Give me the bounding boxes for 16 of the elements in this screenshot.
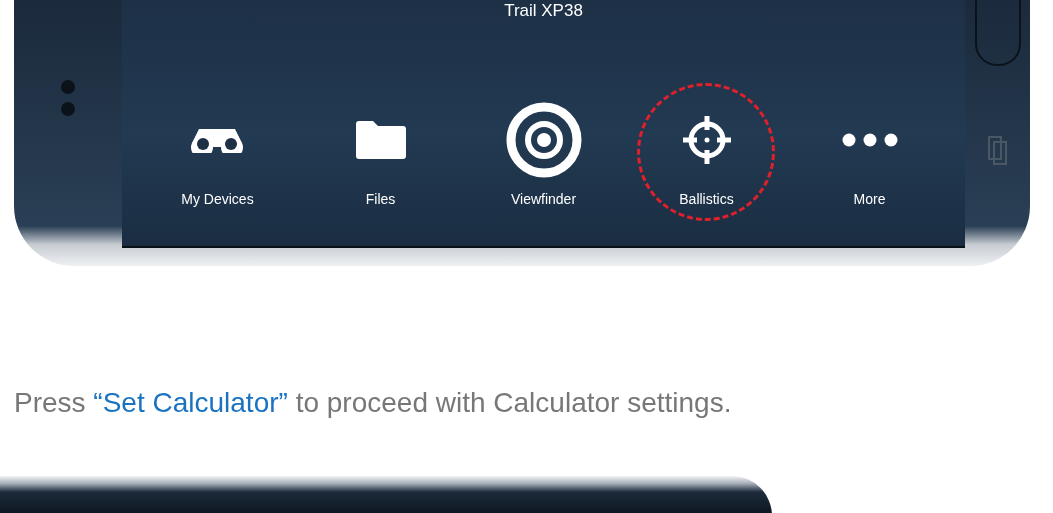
set-calculator-link[interactable]: “Set Calculator” [93, 387, 288, 418]
nav-tab[interactable]: Viewfinder [505, 105, 582, 210]
sensor-dot [61, 102, 75, 116]
app-title: Trail XP38 [504, 0, 583, 22]
nav-tab[interactable]: Ballistics [679, 105, 734, 210]
more-icon [841, 133, 898, 147]
nav-tab[interactable]: Files [355, 105, 406, 210]
target-icon [505, 102, 582, 178]
binoculars-icon [191, 127, 244, 153]
recent-apps-icon [987, 136, 1008, 166]
instruction-text: Press “Set Calculator” to proceed with Calculator settings. [14, 386, 733, 420]
folder-icon [355, 121, 406, 159]
nav-tab[interactable]: My Devices [181, 105, 254, 210]
crosshair-icon [680, 114, 733, 166]
sensor-dot [61, 80, 75, 94]
nav-tab[interactable]: More [841, 105, 898, 210]
